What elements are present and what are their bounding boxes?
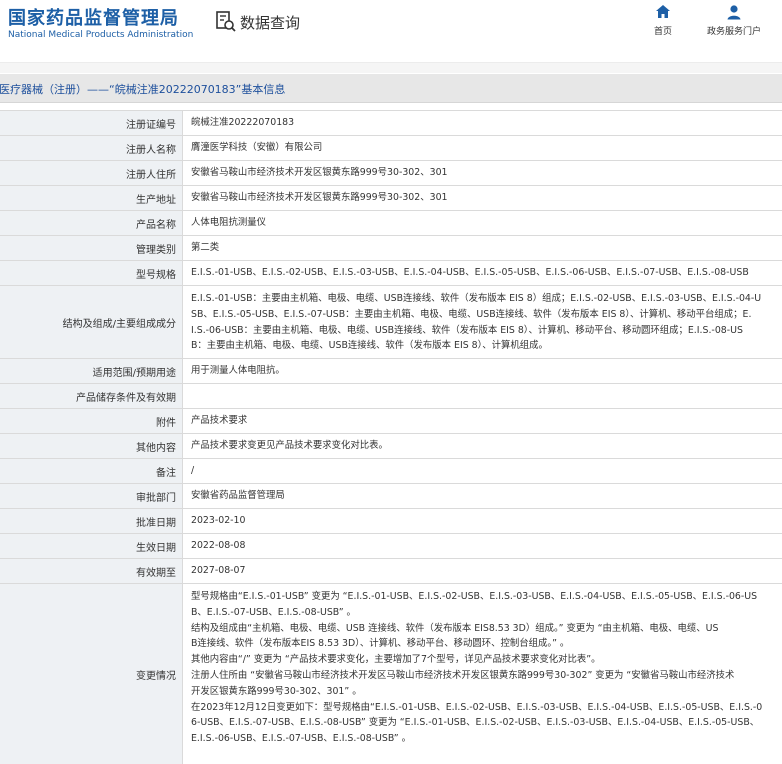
- table-row: 注册人名称 膺潼医学科技（安徽）有限公司: [0, 135, 782, 160]
- table-row: 注册人住所 安徽省马鞍山市经济技术开发区银黄东路999号30-302、301: [0, 160, 782, 185]
- field-value: /: [191, 465, 195, 476]
- field-value: E.I.S.-01-USB：主要由主机箱、电极、电缆、USB连接线、软件（发布版…: [183, 286, 782, 358]
- table-row: 生产地址 安徽省马鞍山市经济技术开发区银黄东路999号30-302、301: [0, 185, 782, 210]
- field-value-line: B、E.I.S.-07-USB、E.I.S.-08-USB” 。: [191, 606, 356, 618]
- field-value: 人体电阻抗测量仪: [191, 217, 267, 228]
- field-label: 注册人住所: [0, 161, 183, 185]
- user-icon: [727, 5, 741, 20]
- field-label: 注册证编号: [0, 111, 183, 135]
- field-value: E.I.S.-01-USB、E.I.S.-02-USB、E.I.S.-03-US…: [191, 267, 749, 278]
- field-label: 生效日期: [0, 534, 183, 558]
- field-value-line: 开发区银黄东路999号30-302、301” 。: [191, 685, 362, 697]
- table-row: 审批部门 安徽省药品监督管理局: [0, 483, 782, 508]
- table-row: 型号规格 E.I.S.-01-USB、E.I.S.-02-USB、E.I.S.-0…: [0, 260, 782, 285]
- field-label: 生产地址: [0, 186, 183, 210]
- table-row: 变更情况 型号规格由“E.I.S.-01-USB” 变更为 “E.I.S.-01-…: [0, 583, 782, 764]
- field-value: 产品技术要求变更见产品技术要求变化对比表。: [191, 440, 388, 451]
- table-row: 备注 /: [0, 458, 782, 483]
- data-query-label: 数据查询: [240, 13, 301, 32]
- table-row: 有效期至 2027-08-07: [0, 558, 782, 583]
- field-value-line: 结构及组成由“主机箱、电极、电缆、USB 连接线、软件（发布版本 EIS8.53…: [191, 622, 719, 634]
- field-value: [183, 384, 782, 392]
- field-value: 安徽省药品监督管理局: [191, 490, 285, 501]
- nav-home-label: 首页: [653, 27, 672, 37]
- field-label: 其他内容: [0, 434, 183, 458]
- field-label: 备注: [0, 459, 183, 483]
- field-value-line: B连接线、软件（发布版本EIS 8.53 3D）、计算机、移动平台、移动圆环、控…: [191, 638, 570, 650]
- header-divider: [0, 62, 782, 73]
- field-value-line: E.I.S.-06-USB、E.I.S.-07-USB、E.I.S.-08-US…: [191, 733, 412, 745]
- field-label: 产品名称: [0, 211, 183, 235]
- site-logo-cn[interactable]: 国家药品监督管理局: [8, 4, 179, 30]
- field-value-line: 注册人住所由 “安徽省马鞍山市经济技术开发区马鞍山市经济技术开发区银黄东路999…: [191, 669, 735, 681]
- field-value: 产品技术要求: [191, 415, 248, 426]
- table-row: 产品储存条件及有效期: [0, 383, 782, 408]
- site-logo-en[interactable]: National Medical Products Administration: [8, 30, 193, 40]
- data-query-link[interactable]: 数据查询: [216, 11, 300, 33]
- page-title: 医疗器械（注册）——“皖械注准20222070183”基本信息: [0, 83, 286, 96]
- field-value: 2027-08-07: [191, 565, 246, 576]
- table-row: 产品名称 人体电阻抗测量仪: [0, 210, 782, 235]
- table-row: 注册证编号 皖械注准20222070183: [0, 110, 782, 135]
- table-row: 结构及组成/主要组成成分 E.I.S.-01-USB：主要由主机箱、电极、电缆、U…: [0, 285, 782, 358]
- field-label: 管理类别: [0, 236, 183, 260]
- field-label: 变更情况: [0, 584, 183, 764]
- field-value: 第二类: [191, 242, 220, 253]
- detail-table: 注册证编号 皖械注准20222070183 注册人名称 膺潼医学科技（安徽）有限公司注…: [0, 110, 782, 764]
- home-icon: [656, 5, 670, 18]
- site-header: 国家药品监督管理局 National Medical Products Admi…: [0, 0, 782, 62]
- field-label: 有效期至: [0, 559, 183, 583]
- field-label: 审批部门: [0, 484, 183, 508]
- field-label: 批准日期: [0, 509, 183, 533]
- field-label: 适用范围/预期用途: [0, 359, 183, 383]
- search-document-icon: [216, 11, 236, 32]
- field-value: 2023-02-10: [191, 515, 246, 526]
- field-value: 安徽省马鞍山市经济技术开发区银黄东路999号30-302、301: [191, 167, 448, 178]
- table-row: 其他内容 产品技术要求变更见产品技术要求变化对比表。: [0, 433, 782, 458]
- table-row: 生效日期 2022-08-08: [0, 533, 782, 558]
- field-value-line: 其他内容由“/” 变更为 “产品技术要求变化，主要增加了7个型号，详见产品技术要…: [191, 654, 601, 666]
- nav-service-label: 政务服务门户: [706, 27, 761, 37]
- nav-service-portal[interactable]: 政务服务门户: [702, 4, 766, 37]
- field-label: 型号规格: [0, 261, 183, 285]
- field-value-line: B：主要由主机箱、电极、电缆、USB连接线、软件（发布版本 EIS 8）、计算机…: [191, 340, 548, 352]
- field-label: 产品储存条件及有效期: [0, 384, 183, 408]
- field-value: 膺潼医学科技（安徽）有限公司: [191, 142, 323, 153]
- table-row: 适用范围/预期用途 用于测量人体电阻抗。: [0, 358, 782, 383]
- field-value-line: 在2023年12月12日变更如下：型号规格由“E.I.S.-01-USB、E.I…: [191, 701, 763, 713]
- table-row: 管理类别 第二类: [0, 235, 782, 260]
- field-value: 皖械注准20222070183: [191, 117, 295, 128]
- field-value-line: 6-USB、E.I.S.-07-USB、E.I.S.-08-USB” 变更为 “…: [191, 717, 760, 729]
- field-value-line: 型号规格由“E.I.S.-01-USB” 变更为 “E.I.S.-01-USB、…: [191, 591, 758, 602]
- field-label: 结构及组成/主要组成成分: [0, 286, 183, 358]
- field-value: 安徽省马鞍山市经济技术开发区银黄东路999号30-302、301: [191, 192, 448, 203]
- field-value-line: SB、E.I.S.-05-USB、E.I.S.-07-USB：主要由主机箱、电极…: [191, 308, 752, 320]
- field-value: 用于测量人体电阻抗。: [191, 365, 285, 376]
- field-label: 注册人名称: [0, 136, 183, 160]
- field-value-line: I.S.-06-USB：主要由主机箱、电极、电缆、USB连接线、软件（发布版本 …: [191, 324, 743, 336]
- field-value-line: E.I.S.-01-USB：主要由主机箱、电极、电缆、USB连接线、软件（发布版…: [191, 293, 762, 304]
- field-label: 附件: [0, 409, 183, 433]
- field-value: 型号规格由“E.I.S.-01-USB” 变更为 “E.I.S.-01-USB、…: [183, 584, 782, 751]
- table-row: 附件 产品技术要求: [0, 408, 782, 433]
- table-row: 批准日期 2023-02-10: [0, 508, 782, 533]
- nav-home[interactable]: 首页: [650, 4, 676, 37]
- field-value: 2022-08-08: [191, 540, 246, 551]
- breadcrumb: 医疗器械（注册）——“皖械注准20222070183”基本信息: [0, 74, 782, 103]
